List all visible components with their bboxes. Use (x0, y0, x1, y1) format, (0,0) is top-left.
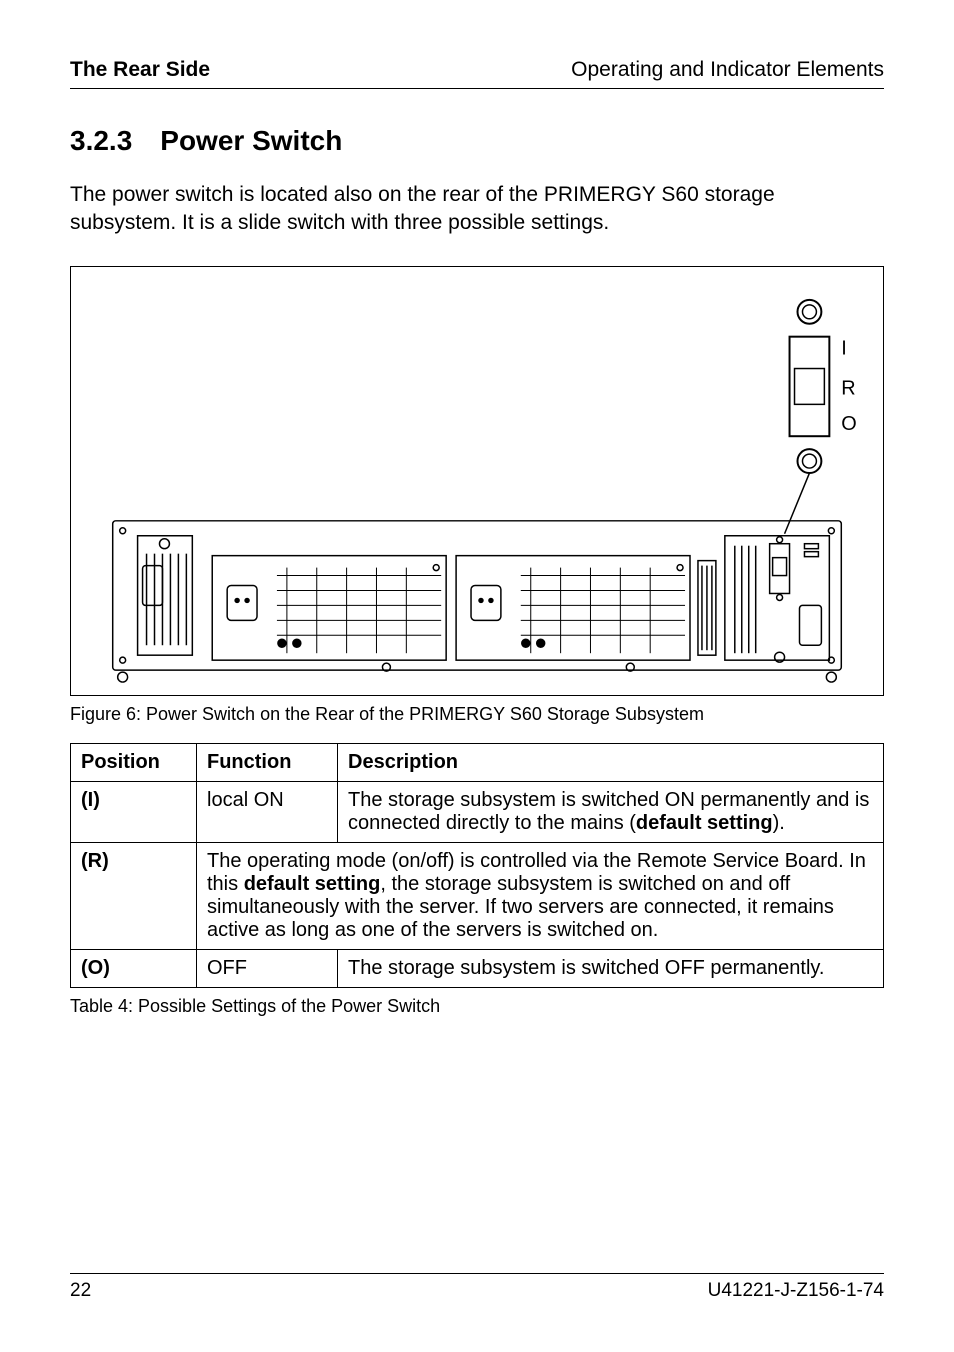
figure-caption: Figure 6: Power Switch on the Rear of th… (70, 704, 884, 725)
header-left: The Rear Side (70, 58, 210, 82)
figure-power-switch: I R O (70, 266, 884, 696)
switch-label-i: I (841, 337, 847, 359)
cell-function-i: local ON (197, 781, 338, 842)
cell-position-i: (I) (71, 781, 197, 842)
switch-label-r: R (841, 377, 855, 399)
cell-position-r: (R) (71, 842, 197, 949)
desc-i-pre: The storage subsystem is switched ON per… (348, 789, 869, 834)
section-number: 3.2.3 (70, 125, 132, 157)
intro-paragraph: The power switch is located also on the … (70, 181, 884, 238)
th-position: Position (71, 743, 197, 781)
cell-function-o: OFF (197, 949, 338, 987)
switch-closeup: I R O (785, 300, 857, 534)
footer-doc-id: U41221-J-Z156-1-74 (708, 1280, 884, 1302)
switch-label-o: O (841, 413, 856, 435)
desc-i-post: ). (773, 812, 785, 834)
desc-i-bold: default setting (636, 812, 773, 834)
cell-desc-o: The storage subsystem is switched OFF pe… (338, 949, 884, 987)
header-right: Operating and Indicator Elements (571, 58, 884, 82)
table-row: (O) OFF The storage subsystem is switche… (71, 949, 884, 987)
table-header-row: Position Function Description (71, 743, 884, 781)
section-heading: 3.2.3 Power Switch (70, 125, 884, 157)
settings-table: Position Function Description (I) local … (70, 743, 884, 988)
page-footer: 22 U41221-J-Z156-1-74 (70, 1273, 884, 1302)
table-caption: Table 4: Possible Settings of the Power … (70, 996, 884, 1017)
cell-position-o: (O) (71, 949, 197, 987)
cell-desc-i: The storage subsystem is switched ON per… (338, 781, 884, 842)
footer-page-number: 22 (70, 1280, 91, 1302)
page-header: The Rear Side Operating and Indicator El… (70, 58, 884, 89)
table-row: (I) local ON The storage subsystem is sw… (71, 781, 884, 842)
header-left-text: The Rear Side (70, 58, 210, 81)
table-row: (R) The operating mode (on/off) is contr… (71, 842, 884, 949)
th-function: Function (197, 743, 338, 781)
desc-r-bold: default setting (244, 873, 381, 895)
cell-desc-r: The operating mode (on/off) is controlle… (197, 842, 884, 949)
chassis-rear (113, 521, 842, 682)
figure-diagram: I R O (71, 267, 883, 695)
section-title-text: Power Switch (160, 125, 342, 156)
th-description: Description (338, 743, 884, 781)
